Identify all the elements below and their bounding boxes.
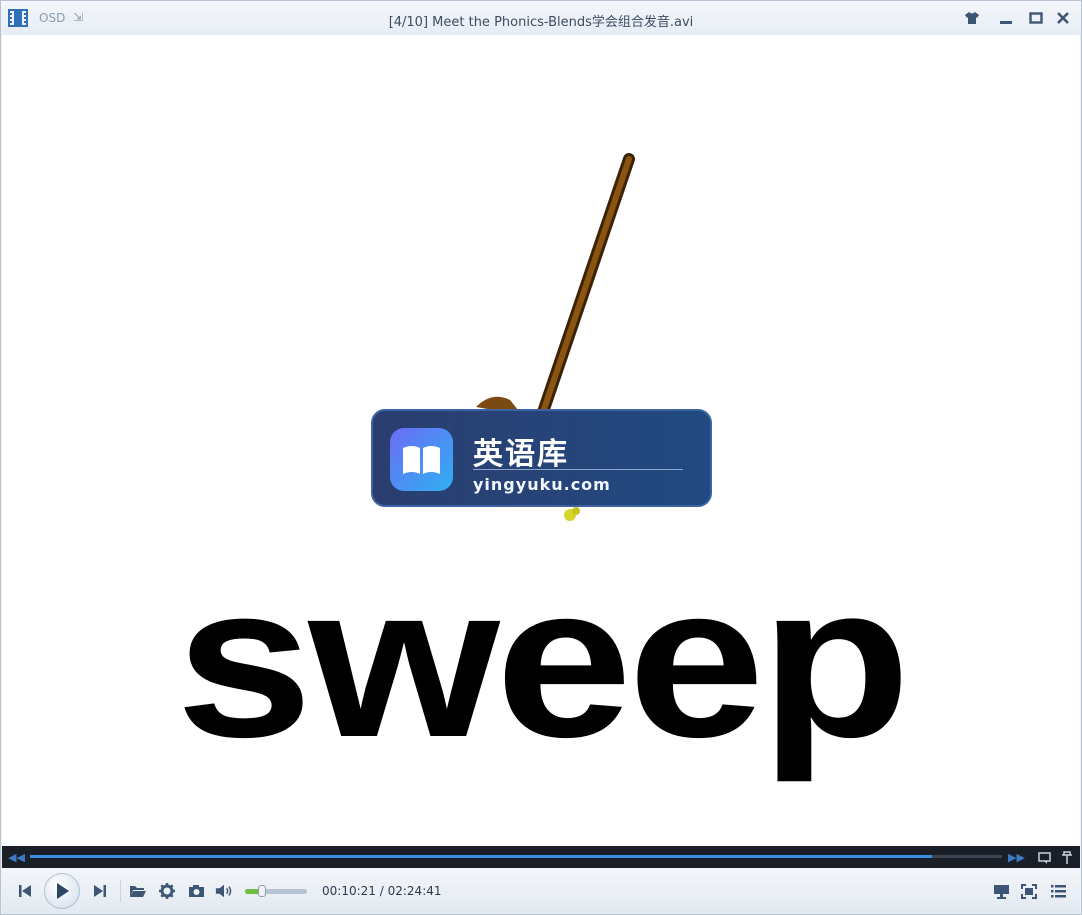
settings-gear-icon[interactable] [158, 882, 176, 900]
watermark-name: 英语库 [473, 437, 569, 472]
seek-bar-area: ◀◀ ▶▶ [2, 846, 1080, 868]
close-button[interactable] [1054, 9, 1072, 27]
screenshot-camera-icon[interactable] [187, 882, 205, 900]
fullscreen-icon[interactable] [1020, 882, 1038, 900]
title-bar[interactable]: OSD ⇲ [4/10] Meet the Phonics-Blends学会组合… [1, 1, 1081, 36]
time-display: 00:10:21 / 02:24:41 [322, 884, 442, 898]
seek-forward-icon[interactable]: ▶▶ [1008, 851, 1025, 864]
play-button[interactable] [44, 873, 80, 909]
control-separator [120, 880, 121, 902]
video-frame[interactable]: sweep 英语库 yingyuku.com [2, 35, 1080, 846]
seek-progress [30, 855, 933, 858]
volume-knob[interactable] [258, 885, 267, 897]
volume-speaker-icon[interactable] [215, 882, 233, 900]
pin-icon[interactable] [1060, 850, 1074, 864]
watermark-badge: 英语库 yingyuku.com [371, 409, 712, 507]
playlist-menu-icon[interactable] [1049, 882, 1067, 900]
seek-bar[interactable] [30, 855, 1002, 858]
minimize-button[interactable] [997, 9, 1015, 27]
book-icon [390, 428, 453, 491]
previous-track-button[interactable] [16, 882, 34, 900]
current-time: 00:10:21 [322, 884, 376, 898]
window-title: [4/10] Meet the Phonics-Blends学会组合发音.avi [388, 15, 694, 30]
watermark-divider [473, 469, 683, 470]
volume-slider[interactable] [245, 885, 307, 897]
player-window: OSD ⇲ [4/10] Meet the Phonics-Blends学会组合… [0, 0, 1082, 915]
watermark-domain: yingyuku.com [473, 475, 611, 494]
next-track-button[interactable] [91, 882, 109, 900]
skin-shirt-icon[interactable] [963, 9, 981, 27]
time-separator: / [379, 884, 384, 898]
total-time: 02:24:41 [387, 884, 442, 898]
open-folder-icon[interactable] [129, 882, 147, 900]
seek-back-icon[interactable]: ◀◀ [8, 851, 25, 864]
maximize-button[interactable] [1027, 9, 1045, 27]
display-monitor-icon[interactable] [992, 882, 1010, 900]
vocabulary-word: sweep [175, 540, 911, 783]
loop-icon[interactable] [1038, 850, 1052, 864]
control-bar: 00:10:21 / 02:24:41 [2, 868, 1080, 914]
